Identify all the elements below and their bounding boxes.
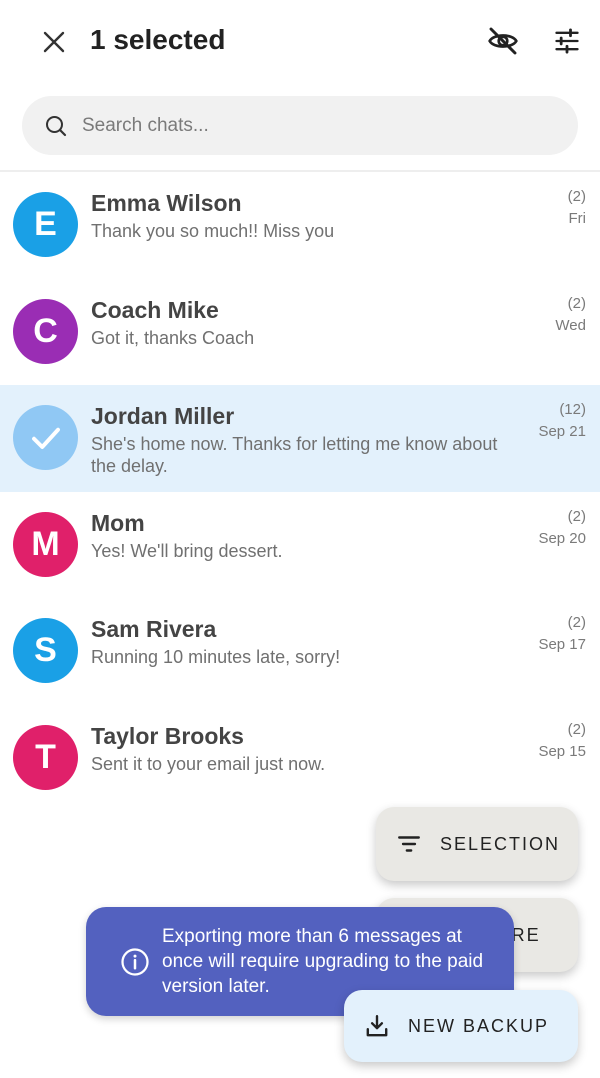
hide-button[interactable] bbox=[484, 22, 522, 60]
chat-date: Fri bbox=[568, 210, 587, 227]
chat-row[interactable]: C Coach Mike Got it, thanks Coach (2) We… bbox=[0, 279, 600, 386]
avatar: C bbox=[13, 298, 78, 364]
message-preview: Sent it to your email just now. bbox=[91, 753, 326, 774]
message-count: (2) bbox=[567, 720, 586, 738]
chat-list: E Emma Wilson Thank you so much!! Miss y… bbox=[0, 172, 600, 812]
check-icon bbox=[31, 427, 60, 449]
chat-row[interactable]: T Taylor Brooks Sent it to your email ju… bbox=[0, 705, 600, 812]
avatar-initial: M bbox=[31, 524, 60, 563]
selection-header: 1 selected bbox=[0, 0, 600, 80]
search-bar[interactable] bbox=[22, 96, 578, 155]
message-preview: She's home now. Thanks for letting me kn… bbox=[91, 434, 498, 477]
message-count: (2) bbox=[567, 507, 586, 525]
contact-name: Mom bbox=[91, 509, 145, 536]
avatar bbox=[13, 405, 78, 471]
avatar-initial: S bbox=[34, 631, 57, 670]
close-icon bbox=[43, 31, 65, 53]
search-input[interactable] bbox=[82, 114, 522, 137]
avatar: M bbox=[13, 511, 78, 577]
avatar: T bbox=[13, 724, 78, 790]
visibility-off-icon bbox=[488, 27, 518, 55]
filters-button[interactable] bbox=[548, 22, 586, 60]
page-title: 1 selected bbox=[90, 24, 226, 55]
chat-date: Sep 15 bbox=[538, 742, 586, 760]
message-preview: Thank you so much!! Miss you bbox=[91, 221, 335, 241]
chat-row[interactable]: Jordan Miller She's home now. Thanks for… bbox=[0, 385, 600, 492]
selection-label: SELECTION bbox=[440, 833, 561, 854]
contact-name: Jordan Miller bbox=[91, 403, 235, 430]
contact-name: Emma Wilson bbox=[91, 190, 242, 216]
chat-date: Sep 17 bbox=[538, 636, 586, 654]
download-icon bbox=[364, 1013, 390, 1039]
search-icon bbox=[44, 114, 68, 138]
close-button[interactable] bbox=[36, 24, 72, 60]
chat-row[interactable]: E Emma Wilson Thank you so much!! Miss y… bbox=[0, 172, 600, 279]
message-count: (2) bbox=[567, 188, 586, 205]
chat-date: Sep 20 bbox=[538, 529, 586, 547]
app-root: 1 selected E Emma Wi bbox=[0, 0, 600, 1078]
avatar-initial: C bbox=[33, 311, 58, 350]
message-preview: Running 10 minutes late, sorry! bbox=[91, 647, 341, 668]
chat-date: Sep 21 bbox=[538, 423, 586, 441]
message-preview: Yes! We'll bring dessert. bbox=[91, 540, 283, 561]
contact-name: Sam Rivera bbox=[91, 616, 217, 643]
filter-list-icon bbox=[396, 831, 422, 857]
message-count: (2) bbox=[567, 294, 586, 312]
avatar: S bbox=[13, 618, 78, 684]
new-backup-label: NEW BACKUP bbox=[408, 1015, 550, 1036]
snackbar-message: Exporting more than 6 messages at once w… bbox=[162, 926, 484, 997]
chat-row[interactable]: M Mom Yes! We'll bring dessert. (2) Sep … bbox=[0, 492, 600, 599]
message-count: (12) bbox=[559, 401, 586, 419]
message-count: (2) bbox=[567, 614, 586, 632]
avatar: E bbox=[13, 192, 78, 257]
new-backup-button[interactable]: NEW BACKUP bbox=[344, 990, 578, 1062]
tune-icon bbox=[555, 28, 579, 54]
message-preview: Got it, thanks Coach bbox=[91, 327, 255, 348]
avatar-initial: T bbox=[35, 737, 56, 776]
contact-name: Coach Mike bbox=[91, 296, 219, 323]
contact-name: Taylor Brooks bbox=[91, 722, 244, 749]
selection-button[interactable]: SELECTION bbox=[376, 807, 578, 881]
chat-row[interactable]: S Sam Rivera Running 10 minutes late, so… bbox=[0, 598, 600, 705]
info-icon bbox=[120, 947, 150, 977]
avatar-initial: E bbox=[34, 205, 57, 243]
chat-date: Wed bbox=[555, 316, 586, 334]
